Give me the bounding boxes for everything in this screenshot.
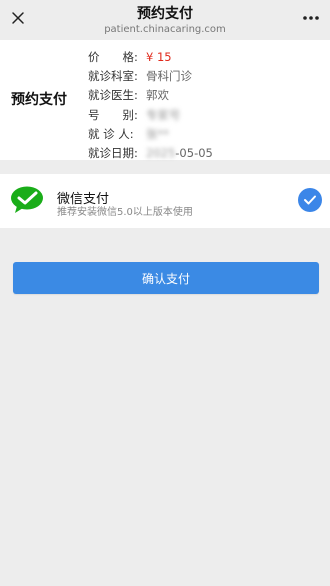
order-detail-value: 骨科门诊	[146, 69, 192, 84]
order-detail-label: 价 格:	[88, 50, 138, 64]
more-icon	[303, 16, 319, 20]
more-button[interactable]	[300, 8, 322, 28]
title-area: 预约支付 patient.chinacaring.com	[60, 5, 270, 36]
order-detail-row: 就诊日期: 2025-05-05	[88, 144, 213, 162]
order-detail-row: 价 格: ¥ 15	[88, 48, 213, 66]
order-summary-card: 预约支付 价 格: ¥ 15 就诊科室: 骨科门诊 就诊医生: 郭欢号 别: 专家号就 诊 …	[0, 40, 330, 160]
order-details: 价 格: ¥ 15 就诊科室: 骨科门诊 就诊医生: 郭欢号 别: 专家号就 诊 人: 张**…	[88, 48, 213, 163]
order-detail-label: 就 诊 人:	[88, 126, 134, 141]
order-detail-label: 号 别:	[88, 107, 138, 122]
selected-check-icon[interactable]	[298, 188, 322, 212]
order-heading: 预约支付	[11, 92, 67, 108]
payment-method-wechat[interactable]: 微信支付 推荐安装微信5.0以上版本使用	[0, 174, 330, 228]
order-detail-label: 就诊医生:	[88, 88, 138, 103]
order-detail-value: ¥ 15	[146, 50, 172, 64]
order-detail-value: 2025-05-05	[146, 144, 213, 162]
order-detail-row: 就诊医生: 郭欢	[88, 86, 213, 104]
order-detail-row: 号 别: 专家号	[88, 106, 213, 124]
date-visible-part: -05-05	[175, 145, 213, 160]
page-url: patient.chinacaring.com	[104, 24, 226, 35]
wechat-logo-icon	[11, 186, 43, 213]
order-detail-value: 专家号	[146, 107, 181, 122]
order-detail-label: 就诊科室:	[88, 69, 138, 84]
order-detail-row: 就 诊 人: 张**	[88, 125, 213, 143]
confirm-payment-button[interactable]: 确认支付	[13, 262, 319, 294]
date-obscured-part: 2025	[146, 145, 176, 160]
order-detail-value: 张**	[146, 126, 169, 141]
payment-method-subtitle: 推荐安装微信5.0以上版本使用	[57, 207, 193, 218]
page-title: 预约支付	[137, 6, 193, 22]
order-detail-value: 郭欢	[146, 88, 169, 103]
order-detail-row: 就诊科室: 骨科门诊	[88, 67, 213, 85]
top-bar: 预约支付 patient.chinacaring.com	[0, 0, 330, 40]
close-icon	[12, 12, 24, 24]
close-button[interactable]	[8, 8, 28, 28]
order-detail-label: 就诊日期:	[88, 145, 138, 160]
